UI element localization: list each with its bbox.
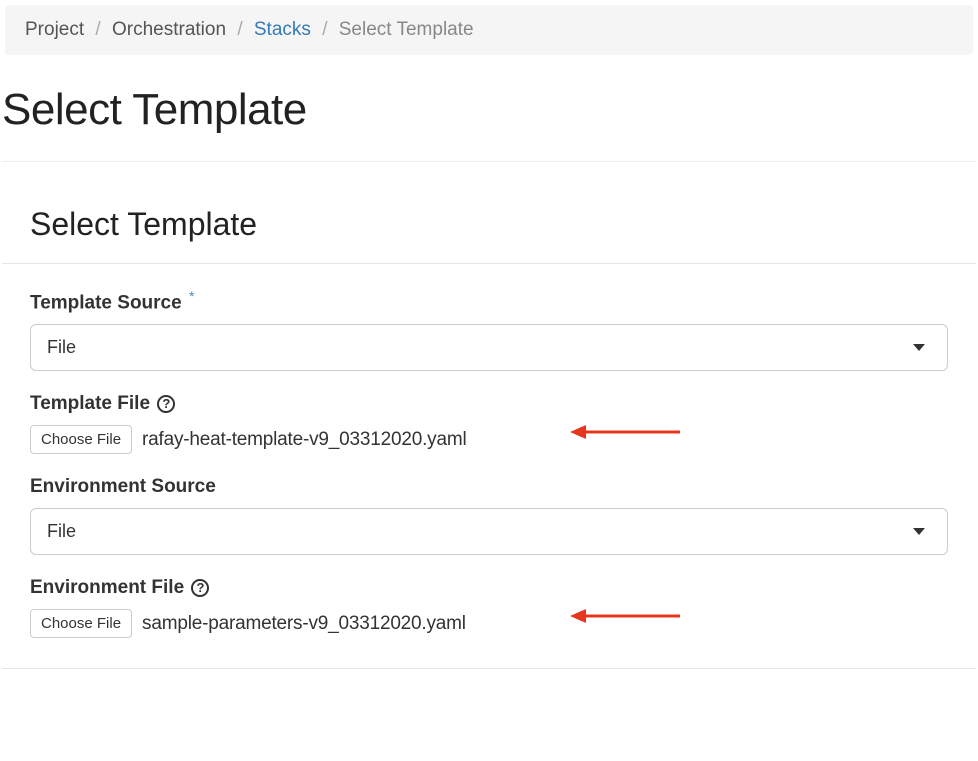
- breadcrumb: Project / Orchestration / Stacks / Selec…: [5, 5, 973, 55]
- breadcrumb-separator: /: [95, 19, 100, 40]
- environment-source-select[interactable]: File: [30, 508, 948, 555]
- template-source-label-text: Template Source: [30, 292, 182, 313]
- template-source-label: Template Source *: [30, 288, 948, 314]
- environment-file-name: sample-parameters-v9_03312020.yaml: [142, 613, 466, 635]
- bottom-divider: [2, 668, 976, 669]
- environment-file-group: Environment File ? Choose File sample-pa…: [30, 577, 948, 638]
- section-divider: [2, 263, 976, 264]
- template-source-select[interactable]: File: [30, 324, 948, 371]
- template-file-label: Template File ?: [30, 393, 948, 415]
- annotation-arrow: [570, 419, 680, 445]
- breadcrumb-separator: /: [322, 19, 327, 40]
- required-asterisk: *: [189, 288, 194, 304]
- template-file-row: Choose File rafay-heat-template-v9_03312…: [30, 425, 948, 454]
- environment-source-selected: File: [47, 521, 76, 542]
- breadcrumb-project[interactable]: Project: [25, 19, 84, 40]
- environment-file-label: Environment File ?: [30, 577, 948, 599]
- template-file-name: rafay-heat-template-v9_03312020.yaml: [142, 429, 466, 451]
- template-file-choose-button[interactable]: Choose File: [30, 425, 132, 454]
- help-icon[interactable]: ?: [191, 579, 209, 597]
- template-source-group: Template Source * File: [30, 288, 948, 371]
- environment-file-choose-button[interactable]: Choose File: [30, 609, 132, 638]
- breadcrumb-stacks-link[interactable]: Stacks: [254, 19, 311, 40]
- breadcrumb-current: Select Template: [339, 19, 474, 40]
- template-source-selected: File: [47, 337, 76, 358]
- breadcrumb-separator: /: [237, 19, 242, 40]
- environment-source-group: Environment Source File: [30, 476, 948, 555]
- environment-file-label-text: Environment File: [30, 577, 184, 598]
- template-file-group: Template File ? Choose File rafay-heat-t…: [30, 393, 948, 454]
- annotation-arrow: [570, 603, 680, 629]
- help-icon[interactable]: ?: [157, 395, 175, 413]
- environment-source-label: Environment Source: [30, 476, 948, 498]
- breadcrumb-orchestration[interactable]: Orchestration: [112, 19, 226, 40]
- template-file-label-text: Template File: [30, 393, 150, 414]
- caret-down-icon: [913, 344, 925, 351]
- page-title: Select Template: [2, 55, 976, 162]
- caret-down-icon: [913, 528, 925, 535]
- environment-source-label-text: Environment Source: [30, 476, 216, 497]
- section-title: Select Template: [2, 162, 976, 263]
- environment-file-row: Choose File sample-parameters-v9_0331202…: [30, 609, 948, 638]
